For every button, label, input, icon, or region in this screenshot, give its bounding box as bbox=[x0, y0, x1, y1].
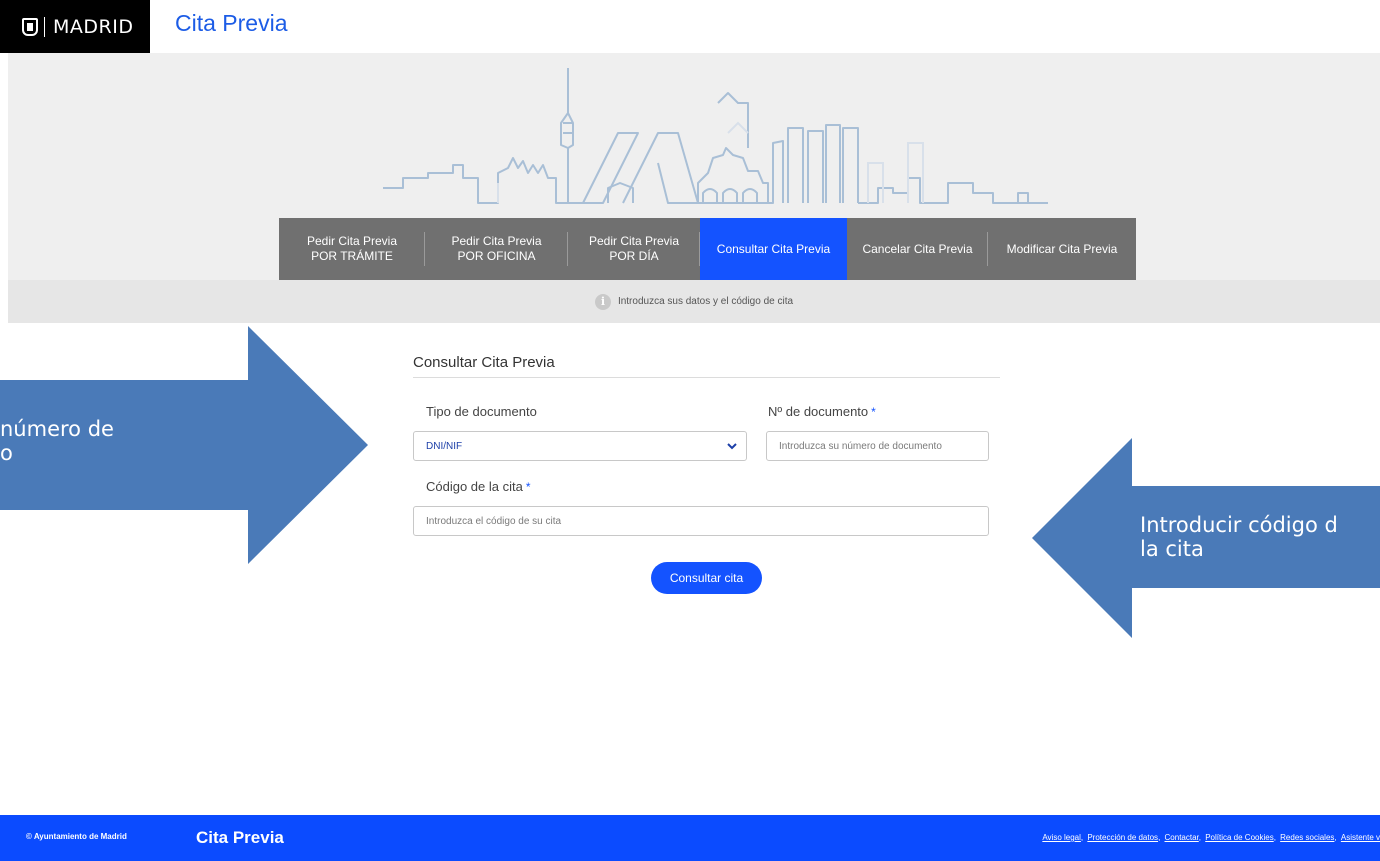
footer-link-asistente[interactable]: Asistente v bbox=[1341, 833, 1380, 842]
top-header: MADRID Cita Previa bbox=[0, 0, 1380, 53]
code-label: Código de la cita * bbox=[426, 479, 531, 494]
footer-link-cookies[interactable]: Política de Cookies bbox=[1205, 833, 1273, 842]
footer-link-aviso-legal[interactable]: Aviso legal bbox=[1042, 833, 1081, 842]
tab-label: Cancelar Cita Previa bbox=[862, 241, 973, 256]
tab-label: Pedir Cita Previa bbox=[306, 234, 398, 248]
required-mark: * bbox=[871, 405, 876, 419]
coat-of-arms-icon bbox=[22, 17, 38, 36]
label-text: Nº de documento bbox=[768, 404, 869, 419]
doc-number-label: Nº de documento * bbox=[768, 404, 876, 419]
tab-consultar[interactable]: Consultar Cita Previa bbox=[700, 218, 847, 280]
label-text: Tipo de documento bbox=[426, 404, 537, 419]
form-title: Consultar Cita Previa bbox=[413, 354, 1000, 378]
tab-pedir-por-oficina[interactable]: Pedir Cita Previa POR OFICINA bbox=[425, 218, 568, 280]
required-mark: * bbox=[525, 480, 531, 494]
tab-sublabel: POR OFICINA bbox=[457, 249, 536, 263]
main-nav: Pedir Cita Previa POR TRÁMITE Pedir Cita… bbox=[279, 218, 1136, 280]
logo-separator bbox=[44, 16, 45, 37]
annotation-line: número de bbox=[0, 417, 114, 441]
doc-type-select[interactable]: DNI/NIF bbox=[413, 431, 747, 461]
tab-label: Consultar Cita Previa bbox=[716, 241, 831, 256]
info-icon: i bbox=[594, 293, 611, 310]
madrid-logo[interactable]: MADRID bbox=[0, 0, 150, 53]
tab-pedir-por-tramite[interactable]: Pedir Cita Previa POR TRÁMITE bbox=[279, 218, 425, 280]
label-text: Código de la cita bbox=[426, 479, 523, 494]
tab-label: Modificar Cita Previa bbox=[1006, 241, 1118, 256]
footer-links: Aviso legal, Protección de datos, Contac… bbox=[1042, 833, 1380, 842]
tab-label: Pedir Cita Previa bbox=[588, 234, 680, 248]
doc-type-label: Tipo de documento bbox=[426, 404, 537, 419]
consultar-cita-button[interactable]: Consultar cita bbox=[651, 562, 762, 594]
copyright-text: © Ayuntamiento de Madrid bbox=[26, 832, 127, 841]
app-title[interactable]: Cita Previa bbox=[175, 10, 287, 37]
footer-link-redes-sociales[interactable]: Redes sociales bbox=[1280, 833, 1334, 842]
selected-value: DNI/NIF bbox=[426, 440, 463, 452]
footer-link-proteccion-datos[interactable]: Protección de datos bbox=[1087, 833, 1158, 842]
annotation-line: o bbox=[0, 441, 13, 465]
logo-text: MADRID bbox=[53, 15, 134, 38]
footer-brand[interactable]: Cita Previa bbox=[196, 828, 284, 848]
appointment-code-input[interactable] bbox=[413, 506, 989, 536]
footer: © Ayuntamiento de Madrid Cita Previa Avi… bbox=[0, 815, 1380, 861]
right-annotation-text: Introducir código d la cita bbox=[1140, 513, 1338, 561]
tab-cancelar[interactable]: Cancelar Cita Previa bbox=[847, 218, 988, 280]
info-text: Introduzca sus datos y el código de cita bbox=[617, 296, 794, 307]
info-bar: i Introduzca sus datos y el código de ci… bbox=[8, 280, 1380, 323]
chevron-down-icon bbox=[727, 443, 737, 450]
doc-number-input[interactable] bbox=[766, 431, 989, 461]
tab-sublabel: POR TRÁMITE bbox=[311, 249, 393, 263]
tab-sublabel: POR DÍA bbox=[609, 249, 659, 263]
footer-link-contactar[interactable]: Contactar bbox=[1165, 833, 1199, 842]
tab-label: Pedir Cita Previa bbox=[451, 234, 542, 248]
tab-pedir-por-dia[interactable]: Pedir Cita Previa POR DÍA bbox=[568, 218, 700, 280]
tab-modificar[interactable]: Modificar Cita Previa bbox=[988, 218, 1136, 280]
annotation-line: Introducir código d bbox=[1140, 513, 1338, 537]
left-annotation-text: número de o bbox=[0, 417, 114, 465]
annotation-line: la cita bbox=[1140, 537, 1204, 561]
